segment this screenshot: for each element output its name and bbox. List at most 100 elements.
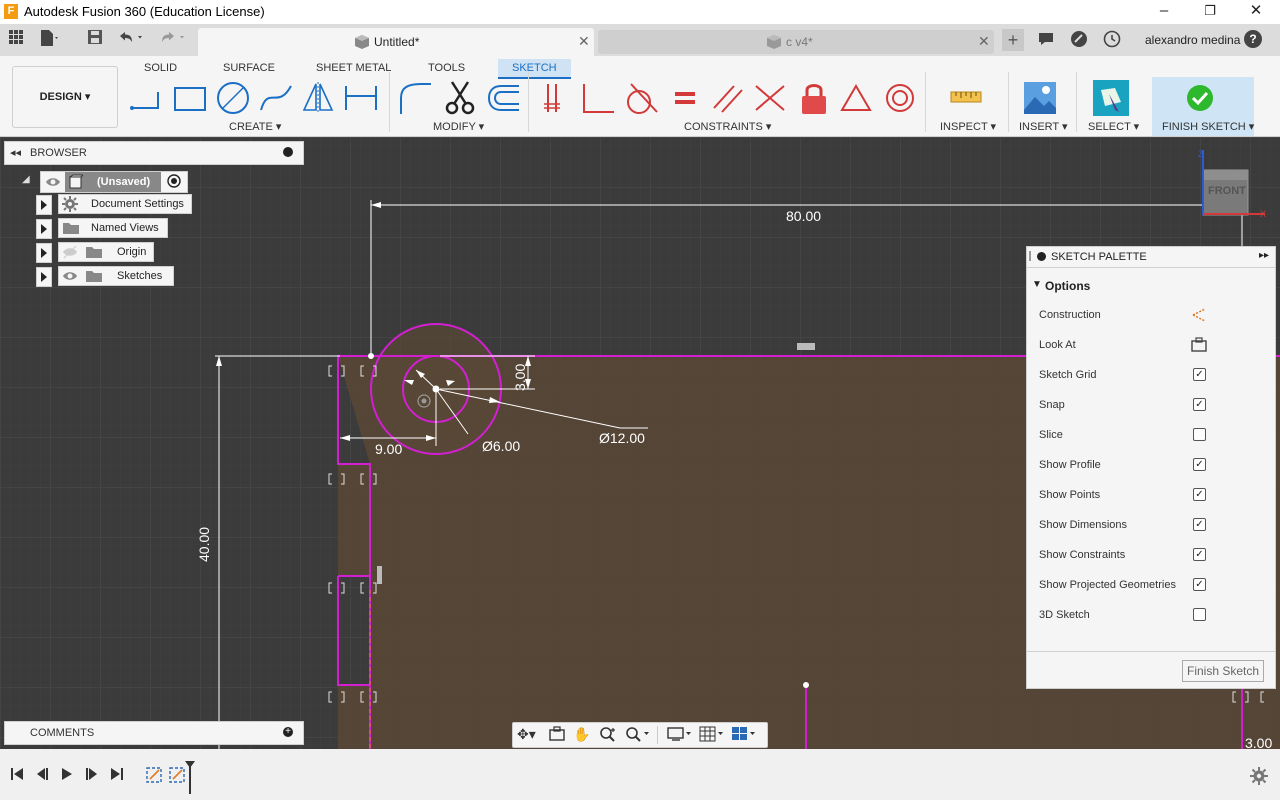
viewports-icon[interactable]: [731, 726, 757, 745]
concentric-constraint-icon[interactable]: [882, 80, 918, 116]
drag-handle-icon[interactable]: [1029, 251, 1031, 261]
dimension-small-diameter[interactable]: Ø6.00: [482, 438, 520, 454]
expand-arrow-icon[interactable]: [36, 243, 52, 263]
insert-image-icon[interactable]: [1022, 80, 1058, 116]
fillet-tool-icon[interactable]: [397, 80, 433, 116]
tree-item-origin[interactable]: Origin: [58, 242, 154, 262]
inspect-menu[interactable]: INSPECT ▾: [940, 120, 996, 133]
look-at-icon[interactable]: [549, 726, 565, 745]
zoom-icon[interactable]: [599, 726, 617, 745]
insert-menu[interactable]: INSERT ▾: [1019, 120, 1068, 133]
slice-checkbox[interactable]: [1193, 428, 1206, 441]
close-button[interactable]: ✕: [1233, 0, 1279, 24]
dimension-large-diameter[interactable]: Ø12.00: [599, 430, 645, 446]
show-profile-checkbox[interactable]: ✓: [1193, 458, 1206, 471]
dimension-offset-y[interactable]: 3.00: [512, 364, 528, 391]
tab-close-icon[interactable]: ✕: [578, 33, 590, 50]
tab-cv4[interactable]: c v4* ✕: [598, 30, 994, 54]
fix-lock-icon[interactable]: [796, 80, 832, 116]
finish-check-icon[interactable]: [1186, 84, 1214, 115]
tree-item-named-views[interactable]: Named Views: [58, 218, 168, 238]
spline-tool-icon[interactable]: [258, 80, 294, 116]
zoom-window-icon[interactable]: [625, 726, 651, 745]
show-projected-geometries-checkbox[interactable]: ✓: [1193, 578, 1206, 591]
show-dimensions-checkbox[interactable]: ✓: [1193, 518, 1206, 531]
palette-section-options[interactable]: Options: [1045, 279, 1090, 293]
sketch-grid-checkbox[interactable]: ✓: [1193, 368, 1206, 381]
workspace-switcher[interactable]: DESIGN ▾: [12, 66, 118, 128]
line-tool-icon[interactable]: [128, 80, 164, 116]
dimension-width[interactable]: 80.00: [786, 208, 821, 224]
expand-arrow-icon[interactable]: [36, 219, 52, 239]
equal-constraint-icon[interactable]: [667, 80, 703, 116]
minimize-button[interactable]: –: [1141, 0, 1187, 24]
step-back-icon[interactable]: [35, 767, 49, 784]
3d-sketch-checkbox[interactable]: [1193, 608, 1206, 621]
collapse-panel-icon[interactable]: ◂◂: [10, 146, 21, 159]
orbit-icon[interactable]: ✥▾: [517, 726, 536, 743]
tree-item-document-settings[interactable]: Document Settings: [58, 194, 192, 214]
job-status-icon[interactable]: [1070, 30, 1088, 51]
midpoint-constraint-icon[interactable]: [838, 80, 874, 116]
tree-item-sketches[interactable]: Sketches: [58, 266, 174, 286]
modify-menu[interactable]: MODIFY ▾: [433, 120, 484, 133]
dimension-offset-x[interactable]: 9.00: [375, 441, 402, 457]
maximize-button[interactable]: ❐: [1187, 0, 1233, 24]
visibility-hidden-eye-icon[interactable]: [62, 243, 78, 267]
circle-tool-icon[interactable]: [215, 80, 251, 116]
coincident-constraint-icon[interactable]: [540, 80, 576, 116]
visibility-eye-icon[interactable]: [62, 267, 78, 291]
construction-icon[interactable]: [1191, 307, 1207, 326]
expand-arrow-icon[interactable]: [36, 267, 52, 287]
file-menu-icon[interactable]: [38, 29, 60, 51]
display-settings-icon[interactable]: [667, 726, 693, 745]
timeline-sketch-feature-icon[interactable]: [145, 765, 165, 788]
browser-panel-header[interactable]: ◂◂ BROWSER: [4, 141, 304, 165]
palette-minimize-icon[interactable]: [1037, 252, 1046, 261]
go-to-end-icon[interactable]: [110, 767, 124, 784]
expand-arrow-icon[interactable]: [36, 195, 52, 215]
show-constraints-checkbox[interactable]: ✓: [1193, 548, 1206, 561]
tab-surface[interactable]: SURFACE: [209, 59, 289, 77]
browser-root-node[interactable]: (Unsaved): [40, 171, 188, 193]
viewcube-front-face[interactable]: FRONT: [1208, 185, 1246, 197]
palette-expand-icon[interactable]: ▸▸: [1259, 250, 1269, 261]
undo-icon[interactable]: [116, 29, 142, 51]
finish-sketch-button[interactable]: Finish Sketch: [1182, 660, 1264, 682]
help-icon[interactable]: ?: [1244, 30, 1262, 48]
mirror-tool-icon[interactable]: [300, 80, 336, 116]
finish-sketch-menu[interactable]: FINISH SKETCH ▾: [1162, 120, 1254, 133]
perpendicular-cross-constraint-icon[interactable]: [752, 80, 788, 116]
new-tab-button[interactable]: +: [1002, 29, 1024, 51]
trim-scissors-icon[interactable]: [442, 80, 478, 116]
parallel-constraint-icon[interactable]: [710, 80, 746, 116]
save-icon[interactable]: [84, 29, 106, 51]
show-points-checkbox[interactable]: ✓: [1193, 488, 1206, 501]
tab-sketch[interactable]: SKETCH: [498, 59, 571, 79]
dimension-right[interactable]: 3.00: [1245, 735, 1272, 749]
palette-header[interactable]: SKETCH PALETTE ▸▸: [1027, 247, 1275, 268]
history-clock-icon[interactable]: [1103, 30, 1121, 51]
tab-tools[interactable]: TOOLS: [414, 59, 479, 77]
measure-ruler-icon[interactable]: [948, 80, 984, 116]
offset-tool-icon[interactable]: [485, 80, 521, 116]
timeline-marker[interactable]: [184, 760, 196, 797]
redo-icon[interactable]: [158, 29, 184, 51]
sketch-dimension-tool-icon[interactable]: [343, 80, 379, 116]
add-comment-icon[interactable]: +: [283, 727, 293, 737]
section-collapse-icon[interactable]: ▼: [1032, 279, 1042, 290]
comments-panel-header[interactable]: COMMENTS +: [4, 721, 304, 745]
play-icon[interactable]: [60, 767, 74, 784]
constraints-menu[interactable]: CONSTRAINTS ▾: [684, 120, 771, 133]
app-grid-icon[interactable]: [5, 29, 27, 51]
go-to-start-icon[interactable]: [10, 767, 24, 784]
activate-radio-icon[interactable]: [167, 174, 181, 194]
select-cursor-icon[interactable]: [1093, 80, 1129, 116]
tab-untitled[interactable]: Untitled* ✕: [198, 28, 594, 56]
tangent-constraint-icon[interactable]: [623, 80, 659, 116]
select-menu[interactable]: SELECT ▾: [1088, 120, 1139, 133]
snap-checkbox[interactable]: ✓: [1193, 398, 1206, 411]
tab-solid[interactable]: SOLID: [130, 59, 191, 77]
panel-minimize-icon[interactable]: [283, 147, 293, 157]
grid-settings-icon[interactable]: [699, 726, 725, 745]
